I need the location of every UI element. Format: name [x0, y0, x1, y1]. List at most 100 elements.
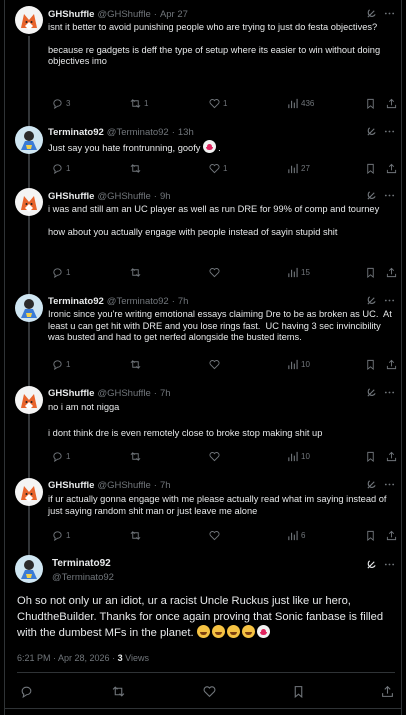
tweet-time[interactable]: 7h: [160, 388, 171, 399]
repost-button[interactable]: [130, 528, 141, 542]
reply-icon: [53, 451, 62, 462]
share-button[interactable]: [386, 265, 397, 279]
character-avatar[interactable]: [15, 294, 43, 322]
bookmark-button[interactable]: [365, 161, 376, 175]
grok-icon[interactable]: [366, 559, 377, 570]
bookmark-button[interactable]: [292, 684, 305, 698]
views-button[interactable]: 10: [287, 449, 310, 463]
display-name[interactable]: GHShuffle: [48, 191, 94, 202]
views-button[interactable]: 6: [287, 528, 305, 542]
like-button[interactable]: 1: [209, 96, 227, 110]
grok-icon[interactable]: [366, 387, 377, 398]
reply-button[interactable]: 1: [52, 357, 70, 371]
display-name[interactable]: GHShuffle: [48, 9, 94, 20]
tweet[interactable]: GHShuffle @GHShuffle · 9h i was and stil…: [5, 184, 401, 288]
more-icon[interactable]: [384, 479, 395, 490]
user-handle[interactable]: @Terminato92: [107, 296, 169, 307]
repost-button[interactable]: [130, 357, 141, 371]
user-handle[interactable]: @GHShuffle: [97, 191, 150, 202]
tweet[interactable]: GHShuffle @GHShuffle · 7h no i am not ni…: [5, 382, 401, 474]
tweet[interactable]: GHShuffle @GHShuffle · Apr 27 isnt it be…: [5, 0, 401, 118]
tweet-time[interactable]: 9h: [160, 191, 171, 202]
user-handle[interactable]: @Terminato92: [107, 127, 169, 138]
repost-button[interactable]: [130, 449, 141, 463]
tweet[interactable]: Terminato92 @Terminato92 · 7h Ironic sin…: [5, 290, 401, 380]
reply-button[interactable]: 3: [52, 96, 70, 110]
views-icon: [288, 267, 298, 277]
user-handle[interactable]: @GHShuffle: [97, 9, 150, 20]
fox-avatar[interactable]: [15, 6, 43, 34]
reply-button[interactable]: [20, 684, 33, 698]
grok-icon[interactable]: [366, 295, 377, 306]
grok-icon[interactable]: [366, 126, 377, 137]
tweet-time[interactable]: 7h: [178, 296, 189, 307]
grok-icon[interactable]: [366, 8, 377, 19]
bookmark-button[interactable]: [365, 449, 376, 463]
user-handle[interactable]: @GHShuffle: [97, 388, 150, 399]
share-button[interactable]: [381, 684, 394, 698]
tweet[interactable]: GHShuffle @GHShuffle · 7h if ur actually…: [5, 474, 401, 550]
bookmark-button[interactable]: [365, 96, 376, 110]
character-avatar[interactable]: [15, 555, 43, 583]
fox-avatar[interactable]: [15, 478, 43, 506]
reply-button[interactable]: 1: [52, 528, 70, 542]
bookmark-button[interactable]: [365, 265, 376, 279]
share-button[interactable]: [386, 449, 397, 463]
more-icon[interactable]: [384, 559, 395, 570]
display-name[interactable]: Terminato92: [48, 127, 104, 138]
share-icon: [386, 530, 397, 540]
repost-icon: [130, 98, 141, 108]
grok-icon[interactable]: [366, 479, 377, 490]
tweet[interactable]: Terminato92 @Terminato92 · 13h Just say …: [5, 120, 401, 180]
tweet-timestamp[interactable]: 6:21 PM · Apr 28, 2026: [17, 653, 110, 663]
views-icon: [288, 98, 298, 108]
reply-button[interactable]: 1: [52, 265, 70, 279]
repost-button[interactable]: [130, 161, 141, 175]
more-icon[interactable]: [384, 126, 395, 137]
user-handle[interactable]: @Terminato92: [52, 572, 114, 583]
bookmark-button[interactable]: [365, 357, 376, 371]
tweet-body: Oh so not only ur an idiot, ur a racist …: [17, 593, 397, 641]
like-button[interactable]: [209, 449, 220, 463]
character-avatar[interactable]: [15, 126, 43, 154]
heart-icon: [209, 451, 220, 461]
fox-avatar[interactable]: [15, 386, 43, 414]
repost-button[interactable]: [130, 265, 141, 279]
like-button[interactable]: [209, 357, 220, 371]
display-name[interactable]: Terminato92: [52, 558, 111, 569]
reply-button[interactable]: 1: [52, 161, 70, 175]
reply-count: 1: [66, 359, 71, 369]
tweet-time[interactable]: 7h: [160, 480, 171, 491]
views-button[interactable]: 436: [287, 96, 314, 110]
display-name[interactable]: GHShuffle: [48, 388, 94, 399]
repost-count: 1: [144, 98, 149, 108]
like-button[interactable]: [209, 265, 220, 279]
like-button[interactable]: [209, 528, 220, 542]
tweet-header: GHShuffle @GHShuffle · 7h: [48, 478, 171, 492]
more-icon[interactable]: [384, 8, 395, 19]
share-button[interactable]: [386, 528, 397, 542]
views-button[interactable]: 27: [287, 161, 310, 175]
views-button[interactable]: 15: [287, 265, 310, 279]
like-button[interactable]: 1: [209, 161, 227, 175]
more-icon[interactable]: [384, 387, 395, 398]
share-button[interactable]: [386, 357, 397, 371]
repost-button[interactable]: 1: [130, 96, 148, 110]
more-icon[interactable]: [384, 190, 395, 201]
grok-icon[interactable]: [366, 190, 377, 201]
more-icon[interactable]: [384, 295, 395, 306]
tweet-body: Just say you hate frontrunning, goofy .: [48, 140, 395, 155]
repost-button[interactable]: [112, 684, 125, 698]
fox-avatar[interactable]: [15, 188, 43, 216]
share-button[interactable]: [386, 96, 397, 110]
user-handle[interactable]: @GHShuffle: [97, 480, 150, 491]
bookmark-button[interactable]: [365, 528, 376, 542]
tweet-time[interactable]: Apr 27: [160, 9, 188, 20]
display-name[interactable]: Terminato92: [48, 296, 104, 307]
display-name[interactable]: GHShuffle: [48, 480, 94, 491]
tweet-time[interactable]: 13h: [178, 127, 194, 138]
share-button[interactable]: [386, 161, 397, 175]
like-button[interactable]: [203, 684, 216, 698]
views-button[interactable]: 10: [287, 357, 310, 371]
reply-button[interactable]: 1: [52, 449, 70, 463]
